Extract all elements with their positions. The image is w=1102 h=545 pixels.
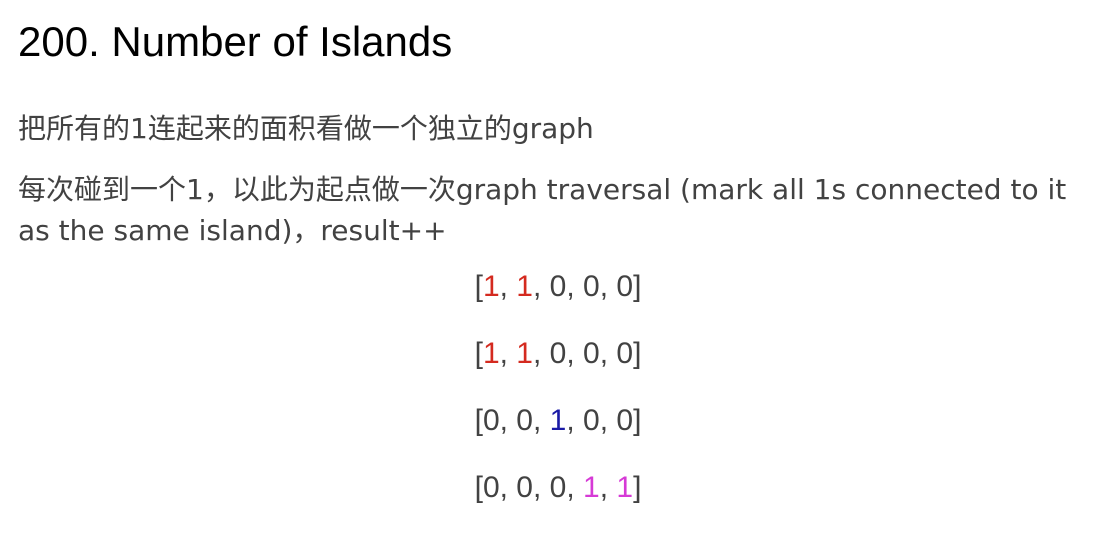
grid-cell: 0 [616, 270, 634, 303]
grid-row-open-bracket: [ [474, 471, 483, 504]
grid-cell: 1 [616, 471, 634, 504]
grid-cell: 0 [549, 270, 567, 303]
grid-separator: , [599, 270, 617, 303]
grid-cell: 1 [482, 270, 500, 303]
grid-row-open-bracket: [ [474, 404, 483, 437]
grid-cell: 1 [516, 337, 533, 370]
grid-separator: , [499, 270, 517, 303]
example-grid: [1, 1, 0, 0, 0] [1, 1, 0, 0, 0] [0, 0, 1, … [0, 268, 1102, 536]
description-paragraph-1: 把所有的1连起来的面积看做一个独立的graph [18, 112, 594, 145]
description-paragraph-2: 每次碰到一个1，以此为起点做一次graph traversal (mark al… [18, 173, 1067, 247]
grid-cell: 0 [482, 471, 500, 504]
grid-separator: , [532, 270, 550, 303]
grid-cell: 0 [516, 404, 533, 437]
grid-row: [0, 0, 0, 1, 1] [0, 469, 1102, 536]
grid-cell: 1 [516, 270, 533, 303]
grid-cell: 0 [583, 404, 600, 437]
grid-cell: 1 [583, 471, 600, 504]
grid-row-open-bracket: [ [474, 270, 483, 303]
grid-cell: 0 [583, 270, 600, 303]
grid-row-open-bracket: [ [474, 337, 483, 370]
grid-separator: , [499, 337, 517, 370]
grid-cell: 0 [616, 337, 634, 370]
page-title: 200. Number of Islands [18, 18, 453, 65]
grid-row-close-bracket: ] [633, 270, 642, 303]
grid-separator: , [532, 471, 550, 504]
grid-cell: 0 [516, 471, 533, 504]
grid-row-close-bracket: ] [633, 404, 642, 437]
grid-cell: 1 [482, 337, 500, 370]
grid-cell: 0 [482, 404, 500, 437]
grid-row: [0, 0, 1, 0, 0] [0, 402, 1102, 469]
grid-row-close-bracket: ] [633, 337, 642, 370]
document: 200. Number of Islands 把所有的1连起来的面积看做一个独立… [18, 14, 1088, 275]
grid-separator: , [499, 471, 517, 504]
grid-cell: 0 [549, 471, 567, 504]
grid-cell: 1 [549, 404, 567, 437]
grid-separator: , [566, 404, 584, 437]
grid-separator: , [566, 471, 584, 504]
grid-separator: , [532, 404, 550, 437]
grid-separator: , [566, 337, 584, 370]
grid-row: [1, 1, 0, 0, 0] [0, 268, 1102, 335]
grid-separator: , [599, 471, 617, 504]
grid-separator: , [499, 404, 517, 437]
grid-cell: 0 [583, 337, 600, 370]
grid-cell: 0 [616, 404, 634, 437]
grid-row: [1, 1, 0, 0, 0] [0, 335, 1102, 402]
grid-cell: 0 [549, 337, 567, 370]
grid-row-close-bracket: ] [633, 471, 642, 504]
grid-separator: , [599, 404, 617, 437]
grid-separator: , [599, 337, 617, 370]
grid-separator: , [566, 270, 584, 303]
grid-separator: , [532, 337, 550, 370]
